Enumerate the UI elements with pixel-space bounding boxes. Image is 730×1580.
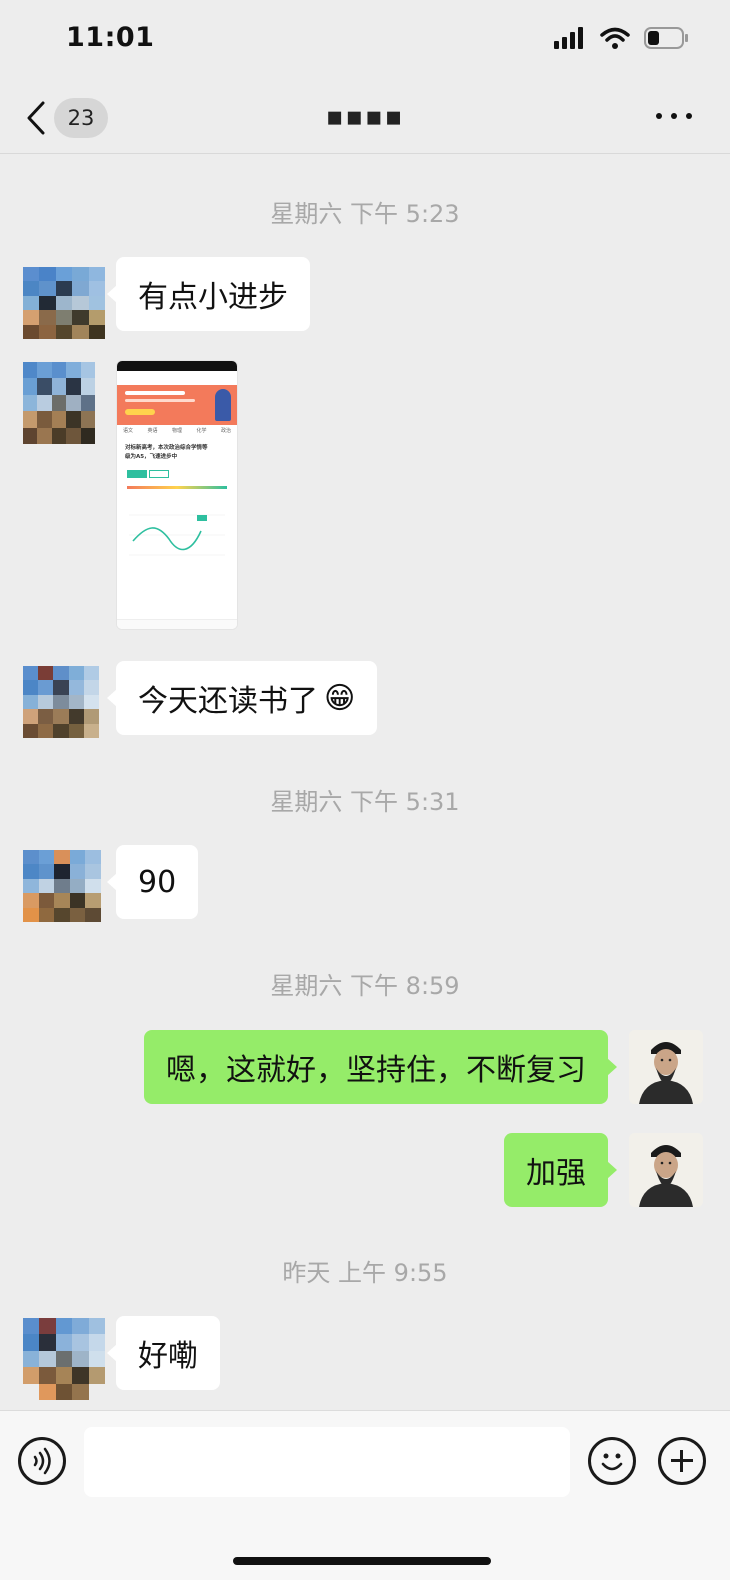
chat-title: ▪▪▪▪ bbox=[325, 102, 405, 132]
message-bubble-outgoing[interactable]: 嗯，这就好，坚持住，不断复习 bbox=[144, 1030, 617, 1104]
message-bubble-incoming[interactable]: 90 bbox=[106, 845, 199, 919]
signal-icon bbox=[554, 27, 583, 49]
image-message[interactable]: 语文 英语 物理 化学 政治 对标新高考，本次政治综合学情等 级为A5，飞速进步… bbox=[116, 360, 238, 630]
plus-button[interactable] bbox=[658, 1437, 706, 1485]
screenshot-gradient-bar bbox=[127, 486, 227, 489]
my-avatar[interactable] bbox=[629, 1133, 703, 1207]
screenshot-caption: 对标新高考，本次政治综合学情等 级为A5，飞速进步中 bbox=[125, 444, 229, 462]
smiley-icon bbox=[601, 1453, 623, 1471]
screenshot-caption-line: 对标新高考，本次政治综合学情等 bbox=[125, 445, 208, 451]
nav-bar: 23 ▪▪▪▪ bbox=[0, 80, 730, 154]
message-text: 今天还读书了 bbox=[138, 684, 318, 719]
battery-icon bbox=[644, 27, 688, 49]
screenshot-tab: 化学 bbox=[196, 428, 207, 434]
emoji-button[interactable] bbox=[588, 1437, 636, 1485]
more-button[interactable] bbox=[654, 106, 694, 126]
screenshot-tabs: 语文 英语 物理 化学 政治 bbox=[117, 425, 237, 436]
contact-avatar[interactable] bbox=[23, 850, 101, 922]
screenshot-banner bbox=[117, 385, 237, 425]
contact-avatar[interactable] bbox=[23, 1318, 105, 1400]
screenshot-line-chart bbox=[129, 514, 225, 556]
timestamp: 星期六 下午 5:23 bbox=[270, 200, 460, 228]
contact-avatar[interactable] bbox=[23, 362, 95, 444]
contact-avatar[interactable] bbox=[23, 666, 99, 738]
portrait-icon bbox=[629, 1133, 703, 1207]
screenshot-pills bbox=[127, 470, 227, 478]
home-indicator[interactable] bbox=[233, 1557, 491, 1565]
screenshot-status-bar bbox=[117, 361, 237, 371]
my-avatar[interactable] bbox=[629, 1030, 703, 1104]
contact-avatar[interactable] bbox=[23, 267, 105, 339]
status-icons bbox=[554, 26, 690, 50]
chat-area[interactable]: 星期六 下午 5:23 有点小进步 语文 英语 物理 化学 政治 对标新高考，本… bbox=[0, 154, 730, 1410]
message-bubble-incoming[interactable]: 好嘞 bbox=[107, 1316, 220, 1390]
wifi-icon bbox=[600, 27, 630, 49]
status-time: 11:01 bbox=[66, 22, 155, 53]
voice-icon bbox=[33, 1447, 51, 1475]
screenshot-tab: 英语 bbox=[147, 428, 158, 434]
voice-button[interactable] bbox=[18, 1437, 66, 1485]
grin-emoji-icon: 😁 bbox=[324, 680, 356, 716]
timestamp: 星期六 下午 8:59 bbox=[270, 972, 460, 1000]
screenshot-tab: 物理 bbox=[171, 428, 182, 434]
status-bar: 11:01 bbox=[0, 0, 730, 80]
timestamp: 昨天 上午 9:55 bbox=[282, 1259, 448, 1287]
screenshot-header bbox=[117, 371, 237, 385]
screenshot-tab: 政治 bbox=[220, 428, 231, 434]
message-bubble-incoming[interactable]: 今天还读书了 😁 bbox=[106, 661, 378, 735]
message-bubble-outgoing[interactable]: 加强 bbox=[504, 1133, 617, 1207]
input-bar bbox=[0, 1410, 730, 1580]
screenshot-caption-line: 级为A5，飞速进步中 bbox=[125, 454, 178, 460]
screenshot-tab: 语文 bbox=[123, 428, 134, 434]
portrait-icon bbox=[629, 1030, 703, 1104]
message-input[interactable] bbox=[84, 1427, 570, 1497]
screenshot-nav-bar bbox=[117, 619, 237, 629]
timestamp: 星期六 下午 5:31 bbox=[270, 788, 460, 816]
message-bubble-incoming[interactable]: 有点小进步 bbox=[107, 257, 310, 331]
